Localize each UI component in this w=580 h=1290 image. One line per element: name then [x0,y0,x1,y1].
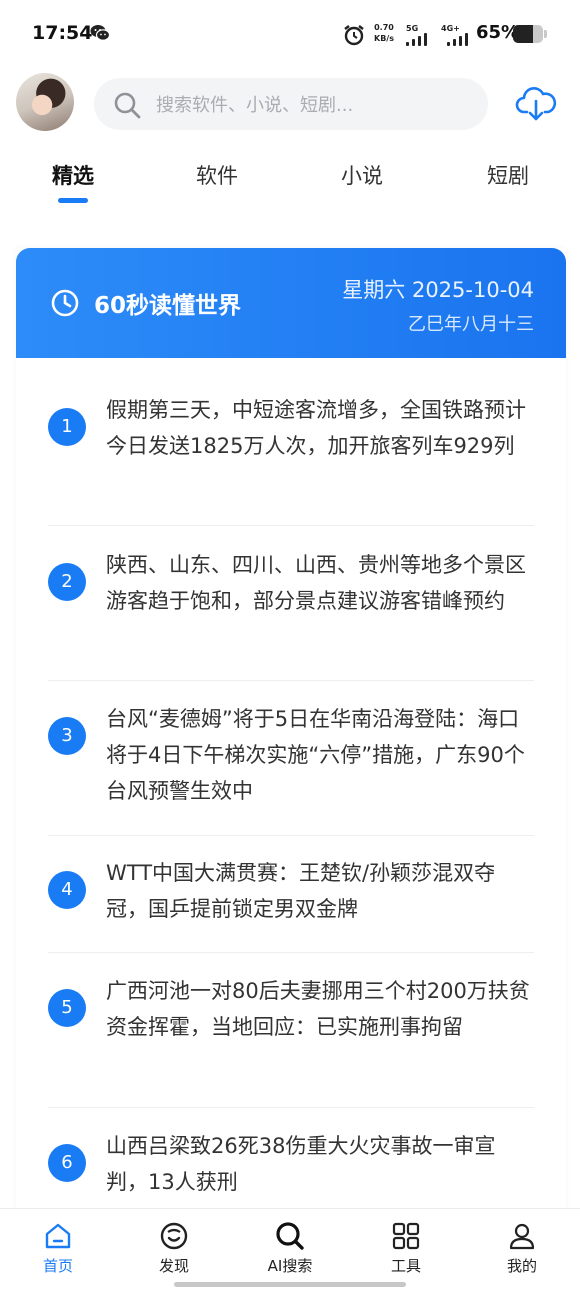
wechat-icon [90,25,110,41]
divider [48,680,534,681]
news-text: 假期第三天，中短途客流增多，全国铁路预计今日发送1825万人次，加开旅客列车92… [106,398,526,458]
search-bar[interactable] [94,78,488,132]
divider [48,525,534,526]
cloud-download-icon[interactable] [515,84,557,124]
news-number-badge: 1 [48,408,86,446]
tab-indicator [58,198,88,203]
profile-icon [509,1223,535,1250]
search-icon [114,92,141,119]
tools-icon [392,1222,420,1250]
news-card: 60秒读懂世界 星期六 2025-10-04 乙巳年八月十三 1 假期第三天，中… [16,248,566,1248]
divider [48,1107,534,1108]
news-card-header: 60秒读懂世界 星期六 2025-10-04 乙巳年八月十三 [16,248,566,358]
news-lunar-date: 乙巳年八月十三 [408,314,534,335]
status-bar: 17:54 0.70 KB/s 5G 4G+ 65% [0,0,580,70]
battery-cap [544,30,547,38]
news-text: 台风“麦德姆”将于5日在华南沿海登陆：海口将于4日下午梯次实施“六停”措施，广东… [106,707,525,803]
news-number-badge: 3 [48,717,86,755]
nav-ai-search[interactable]: AI搜索 [250,1221,330,1276]
news-date: 星期六 2025-10-04 [342,278,534,302]
nav-home[interactable]: 首页 [18,1221,98,1276]
divider [48,835,534,836]
status-time: 17:54 [32,22,93,44]
news-text: WTT中国大满贯赛：王楚钦/孙颖莎混双夺冠，国乒提前锁定男双金牌 [106,861,496,921]
battery-icon [513,25,543,43]
nav-label: 工具 [390,1257,421,1275]
alarm-icon [344,25,364,46]
discover-icon [160,1222,188,1250]
news-number-badge: 4 [48,871,86,909]
ai-search-icon [276,1222,304,1250]
news-number-badge: 5 [48,989,86,1027]
signal-icon [447,32,473,46]
tab-short-dramas[interactable]: 短剧 [487,160,529,190]
tab-software[interactable]: 软件 [196,160,238,190]
tab-featured[interactable]: 精选 [52,160,94,190]
home-indicator[interactable] [174,1282,406,1287]
nav-tools[interactable]: 工具 [366,1221,446,1276]
news-number-badge: 6 [48,1144,86,1182]
net-speed: 0.70 KB/s [374,23,394,43]
news-text: 广西河池一对80后夫妻挪用三个村200万扶贫资金挥霍，当地回应：已实施刑事拘留 [106,979,530,1039]
tab-novels[interactable]: 小说 [341,160,383,190]
home-icon [45,1223,71,1249]
nav-label: 发现 [158,1257,189,1275]
news-text: 陕西、山东、四川、山西、贵州等地多个景区游客趋于饱和，部分景点建议游客错峰预约 [106,553,526,613]
nav-discover[interactable]: 发现 [134,1221,214,1276]
nav-label: 首页 [42,1257,73,1275]
news-number-badge: 2 [48,563,86,601]
news-text: 山西吕梁致26死38伤重大火灾事故一审宣判，13人获刑 [106,1134,496,1194]
clock-icon [51,289,79,317]
bottom-nav: 首页 发现 AI搜索 工具 我的 [0,1208,580,1290]
search-input[interactable] [154,78,478,132]
nav-label: 我的 [506,1257,537,1275]
nav-profile[interactable]: 我的 [482,1221,562,1276]
avatar[interactable] [16,73,74,131]
divider [48,952,534,953]
signal-icon [406,32,432,46]
nav-label: AI搜索 [267,1257,313,1275]
news-card-title: 60秒读懂世界 [94,293,242,319]
